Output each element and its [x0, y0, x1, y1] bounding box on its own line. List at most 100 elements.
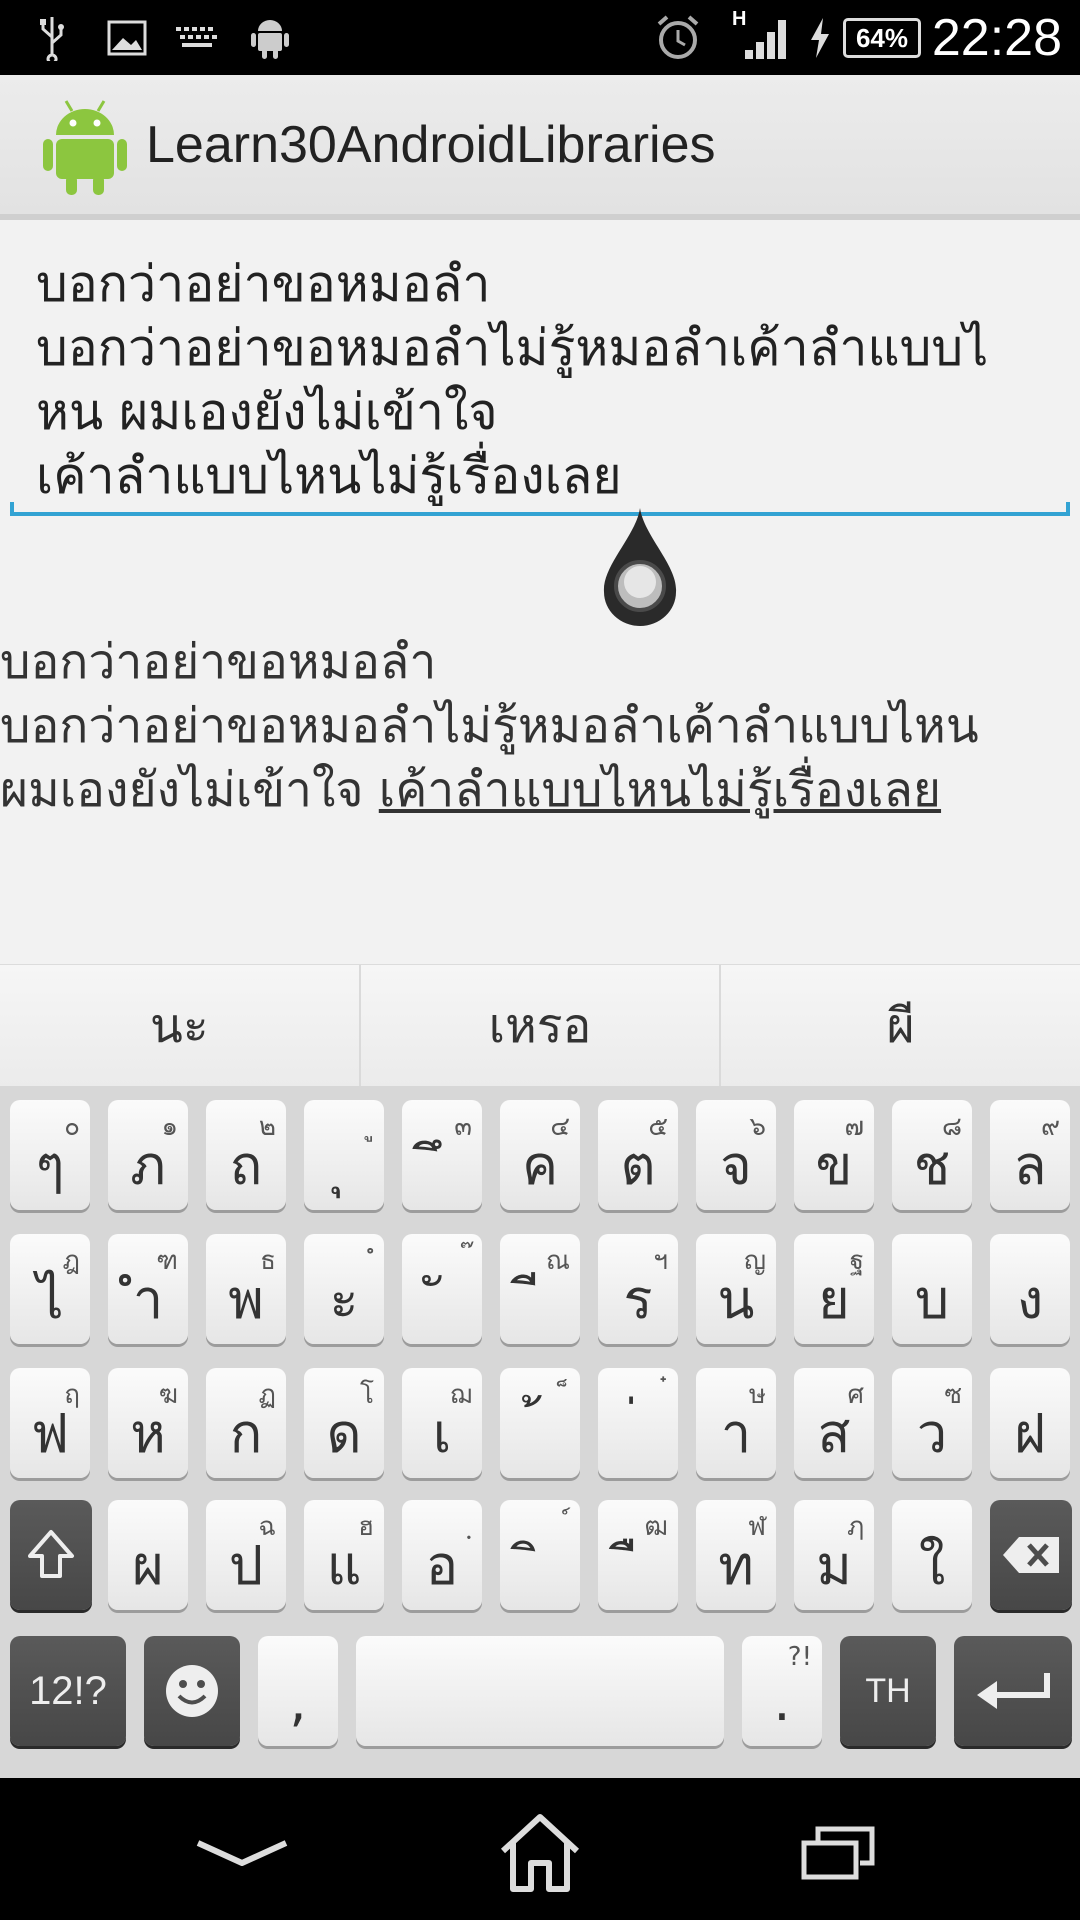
text-cursor-handle[interactable] [600, 506, 680, 626]
key-row4-3[interactable]: ฮแ [304, 1500, 384, 1610]
key-main-label: น [717, 1268, 755, 1331]
enter-arrow-icon [954, 1636, 1072, 1746]
key-row3-8[interactable]: ษา [696, 1368, 776, 1478]
key-main-label: บ [914, 1268, 950, 1331]
key-row4-4[interactable]: ฺอ [402, 1500, 482, 1610]
key-main-label: ้ [500, 1394, 580, 1474]
key-row4-9[interactable]: ใ [892, 1500, 972, 1610]
edit-field-underline [10, 502, 1070, 516]
key-row4-7[interactable]: ฬท [696, 1500, 776, 1610]
language-key[interactable]: TH [840, 1636, 936, 1746]
backspace-key[interactable] [990, 1500, 1072, 1610]
key-row3-5[interactable]: ฌเ [402, 1368, 482, 1478]
key-row3-6[interactable]: ็้ [500, 1368, 580, 1478]
key-main-label: ุ [304, 1126, 384, 1206]
recent-apps-icon[interactable] [788, 1808, 888, 1898]
shift-arrow-icon [10, 1500, 92, 1610]
key-main-label: ส [817, 1402, 851, 1465]
key-row2-11[interactable]: ง [990, 1234, 1070, 1344]
key-main-label: ง [1016, 1268, 1044, 1331]
key-row3-4[interactable]: โด [304, 1368, 384, 1478]
android-icon [246, 14, 294, 62]
key-main-label: ึ [402, 1126, 482, 1206]
key-main-label: ภ [130, 1134, 166, 1197]
key-row3-1[interactable]: ฤฟ [10, 1368, 90, 1478]
key-main-label: ิ [500, 1526, 580, 1606]
enter-key[interactable] [954, 1636, 1072, 1746]
symbols-key[interactable]: 12!? [10, 1636, 126, 1746]
key-main-label: ก [229, 1402, 263, 1465]
edit-field-text[interactable]: บอกว่าอย่าขอหมอลำ บอกว่าอย่าขอหมอลำไม่รู… [36, 252, 1046, 508]
key-row2-8[interactable]: ญน [696, 1234, 776, 1344]
charging-icon [804, 14, 836, 62]
key-row4-6[interactable]: ฒื [598, 1500, 678, 1610]
key-row2-7[interactable]: ฯร [598, 1234, 678, 1344]
key-row2-5[interactable]: ๊ั [402, 1234, 482, 1344]
key-row1-2[interactable]: ๑ภ [108, 1100, 188, 1210]
shift-key[interactable] [10, 1500, 92, 1610]
smiley-icon [144, 1636, 240, 1746]
key-row2-4[interactable]: ํะ [304, 1234, 384, 1344]
space-key[interactable] [356, 1636, 724, 1746]
key-row3-2[interactable]: ฆห [108, 1368, 188, 1478]
key-main-label: ช [913, 1134, 951, 1197]
android-robot-icon[interactable] [42, 97, 128, 197]
key-row3-7[interactable]: ๋่ [598, 1368, 678, 1478]
key-row1-6[interactable]: ๔ค [500, 1100, 580, 1210]
key-row2-1[interactable]: ฎไ [10, 1234, 90, 1344]
key-row4-1[interactable]: ผ [108, 1500, 188, 1610]
navigation-bar [0, 1778, 1080, 1920]
key-row1-7[interactable]: ๕ต [598, 1100, 678, 1210]
suggestion-strip: นะ เหรอ ผี [0, 964, 1080, 1086]
period-key[interactable]: ?! . [742, 1636, 822, 1746]
key-row3-11[interactable]: ฝ [990, 1368, 1070, 1478]
app-title: Learn30AndroidLibraries [146, 116, 716, 174]
emoji-key[interactable] [144, 1636, 240, 1746]
key-row1-11[interactable]: ๙ล [990, 1100, 1070, 1210]
key-main-label: ะ [329, 1268, 359, 1331]
key-main-label: ท [718, 1534, 754, 1597]
suggestion-3[interactable]: ผี [721, 965, 1080, 1086]
status-time: 22:28 [931, 9, 1062, 67]
key-main-label: ว [916, 1402, 948, 1465]
key-row1-1[interactable]: ๐ๆ [10, 1100, 90, 1210]
key-row1-9[interactable]: ๗ข [794, 1100, 874, 1210]
key-row1-4[interactable]: ูุ [304, 1100, 384, 1210]
key-row2-3[interactable]: ธพ [206, 1234, 286, 1344]
key-row2-10[interactable]: บ [892, 1234, 972, 1344]
key-row4-2[interactable]: ฉป [206, 1500, 286, 1610]
comma-key[interactable]: , [258, 1636, 338, 1746]
key-main-label: ั [402, 1260, 482, 1340]
key-row1-3[interactable]: ๒ถ [206, 1100, 286, 1210]
display-text-link[interactable]: เค้าลำแบบไหนไม่รู้เรื่องเลย [379, 762, 941, 818]
suggestion-2[interactable]: เหรอ [361, 965, 722, 1086]
home-icon[interactable] [490, 1808, 590, 1898]
key-main-label: ่ [598, 1394, 678, 1474]
key-row1-10[interactable]: ๘ช [892, 1100, 972, 1210]
key-row4-8[interactable]: ฦม [794, 1500, 874, 1610]
text-edit-field[interactable]: บอกว่าอย่าขอหมอลำ บอกว่าอย่าขอหมอลำไม่รู… [10, 244, 1070, 516]
content-area: บอกว่าอย่าขอหมอลำ บอกว่าอย่าขอหมอลำไม่รู… [0, 226, 1080, 964]
key-main-label: เ [432, 1402, 452, 1465]
key-main-label: อ [425, 1534, 459, 1597]
key-main-label: ต [620, 1134, 656, 1197]
key-row1-8[interactable]: ๖จ [696, 1100, 776, 1210]
language-key-label: TH [865, 1672, 911, 1710]
key-main-label: พ [228, 1268, 264, 1331]
key-main-label: ม [816, 1534, 852, 1597]
key-row2-6[interactable]: ณี [500, 1234, 580, 1344]
key-main-label: ร [623, 1268, 653, 1331]
key-row3-9[interactable]: ศส [794, 1368, 874, 1478]
key-row1-5[interactable]: ๓ึ [402, 1100, 482, 1210]
key-row4-5[interactable]: ์ิ [500, 1500, 580, 1610]
key-row3-10[interactable]: ซว [892, 1368, 972, 1478]
key-main-label: ข [815, 1134, 853, 1197]
key-row2-9[interactable]: ฐย [794, 1234, 874, 1344]
key-main-label: ี [500, 1260, 580, 1340]
key-row2-2[interactable]: ฑำ [108, 1234, 188, 1344]
suggestion-1[interactable]: นะ [0, 965, 361, 1086]
back-icon[interactable] [192, 1808, 292, 1898]
display-text: บอกว่าอย่าขอหมอลำ บอกว่าอย่าขอหมอลำไม่รู… [0, 630, 1080, 822]
battery-percent: 64% [855, 22, 909, 53]
key-row3-3[interactable]: ฏก [206, 1368, 286, 1478]
